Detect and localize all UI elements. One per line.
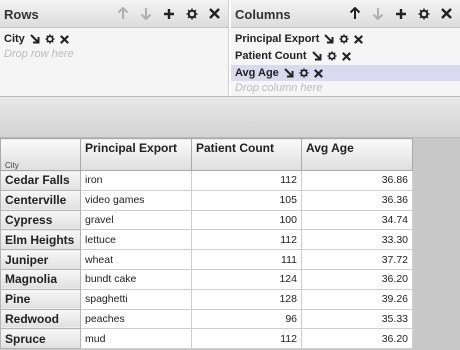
cell-export: peaches (80, 308, 192, 330)
close-icon[interactable] (354, 34, 364, 44)
table-row: Juniper wheat 111 37.72 (0, 249, 413, 270)
table-row: Redwood peaches 96 35.33 (0, 308, 413, 330)
cell-count: 105 (191, 189, 302, 211)
cell-count: 112 (191, 328, 302, 350)
cell-count: 111 (191, 249, 302, 270)
cell-export: iron (80, 170, 192, 191)
table-row: Centerville video games 105 36.36 (0, 189, 413, 211)
columns-panel-header: Columns (231, 0, 460, 28)
row-label[interactable]: Redwood (0, 308, 81, 330)
cell-count: 100 (191, 209, 302, 231)
sort-arrow-icon[interactable] (324, 34, 334, 44)
cell-export: bundt cake (80, 268, 192, 290)
column-field-patient-count[interactable]: Patient Count (235, 48, 460, 64)
cell-export: mud (80, 328, 192, 350)
arrow-up-icon[interactable] (115, 6, 130, 21)
table-row: Spruce mud 112 36.20 (0, 328, 413, 350)
row-label[interactable]: Centerville (0, 189, 81, 211)
close-icon[interactable] (313, 68, 323, 78)
column-header[interactable]: Patient Count (191, 138, 302, 171)
table-row: Cypress gravel 100 34.74 (0, 209, 413, 231)
gear-icon[interactable] (326, 51, 337, 61)
arrow-up-icon[interactable] (347, 6, 362, 21)
sort-arrow-icon[interactable] (30, 34, 40, 44)
columns-drop-zone[interactable]: Drop column here (235, 81, 460, 95)
row-label[interactable]: Pine (0, 288, 81, 310)
column-field-label: Avg Age (235, 67, 279, 79)
table-row: Magnolia bundt cake 124 36.20 (0, 268, 413, 290)
gear-icon[interactable] (416, 6, 431, 21)
row-label[interactable]: Cypress (0, 209, 81, 231)
cell-age: 36.36 (301, 189, 413, 211)
cell-age: 39.26 (301, 288, 413, 310)
gear-icon[interactable] (184, 6, 199, 21)
row-field-label: City (4, 33, 25, 45)
row-header-city[interactable]: City (0, 138, 81, 171)
column-field-label: Patient Count (235, 50, 307, 62)
cell-count: 124 (191, 268, 302, 290)
rows-drop-zone[interactable]: Drop row here (4, 47, 228, 61)
cell-age: 33.30 (301, 229, 413, 251)
column-header[interactable]: Avg Age (301, 138, 413, 171)
cell-age: 37.72 (301, 249, 413, 270)
gear-icon[interactable] (45, 34, 55, 44)
cell-export: lettuce (80, 229, 192, 251)
pivot-grid-area: City Principal Export Patient Count Avg … (0, 138, 460, 350)
cell-export: video games (80, 189, 192, 211)
close-icon[interactable] (439, 6, 454, 21)
cell-count: 112 (191, 229, 302, 251)
gear-icon[interactable] (299, 68, 309, 78)
row-label[interactable]: Magnolia (0, 268, 81, 290)
cell-age: 36.86 (301, 170, 413, 191)
close-icon[interactable] (341, 51, 351, 61)
rows-panel-title: Rows (4, 7, 39, 22)
table-row: Pine spaghetti 128 39.26 (0, 288, 413, 310)
column-field-label: Principal Export (235, 33, 320, 45)
rows-panel-header: Rows (0, 0, 228, 28)
toolbar-divider (0, 96, 460, 138)
cell-age: 34.74 (301, 209, 413, 231)
row-label[interactable]: Spruce (0, 328, 81, 350)
rows-panel: Rows City Drop row here (0, 0, 229, 96)
plus-icon[interactable] (393, 6, 408, 21)
cell-export: gravel (80, 209, 192, 231)
columns-panel-title: Columns (235, 7, 291, 22)
sort-arrow-icon[interactable] (284, 68, 294, 78)
cell-count: 96 (191, 308, 302, 330)
cell-export: spaghetti (80, 288, 192, 310)
close-icon[interactable] (207, 6, 222, 21)
arrow-down-icon[interactable] (370, 6, 385, 21)
cell-age: 35.33 (301, 308, 413, 330)
cell-export: wheat (80, 249, 192, 270)
plus-icon[interactable] (161, 6, 176, 21)
row-field-city[interactable]: City (4, 31, 228, 47)
cell-age: 36.20 (301, 268, 413, 290)
row-label[interactable]: Juniper (0, 249, 81, 270)
column-field-principal-export[interactable]: Principal Export (235, 31, 460, 47)
table-row: Cedar Falls iron 112 36.86 (0, 170, 413, 191)
row-label[interactable]: Elm Heights (0, 229, 81, 251)
columns-panel: Columns Principal Export Patient Count A… (231, 0, 460, 96)
arrow-down-icon[interactable] (138, 6, 153, 21)
column-header[interactable]: Principal Export (80, 138, 192, 171)
row-label[interactable]: Cedar Falls (0, 170, 81, 191)
gear-icon[interactable] (339, 34, 349, 44)
column-field-avg-age[interactable]: Avg Age (231, 65, 460, 81)
close-icon[interactable] (59, 34, 69, 44)
sort-arrow-icon[interactable] (311, 51, 322, 61)
table-row: Elm Heights lettuce 112 33.30 (0, 229, 413, 251)
cell-count: 128 (191, 288, 302, 310)
pivot-table: City Principal Export Patient Count Avg … (0, 138, 413, 350)
cell-count: 112 (191, 170, 302, 191)
cell-age: 36.20 (301, 328, 413, 350)
